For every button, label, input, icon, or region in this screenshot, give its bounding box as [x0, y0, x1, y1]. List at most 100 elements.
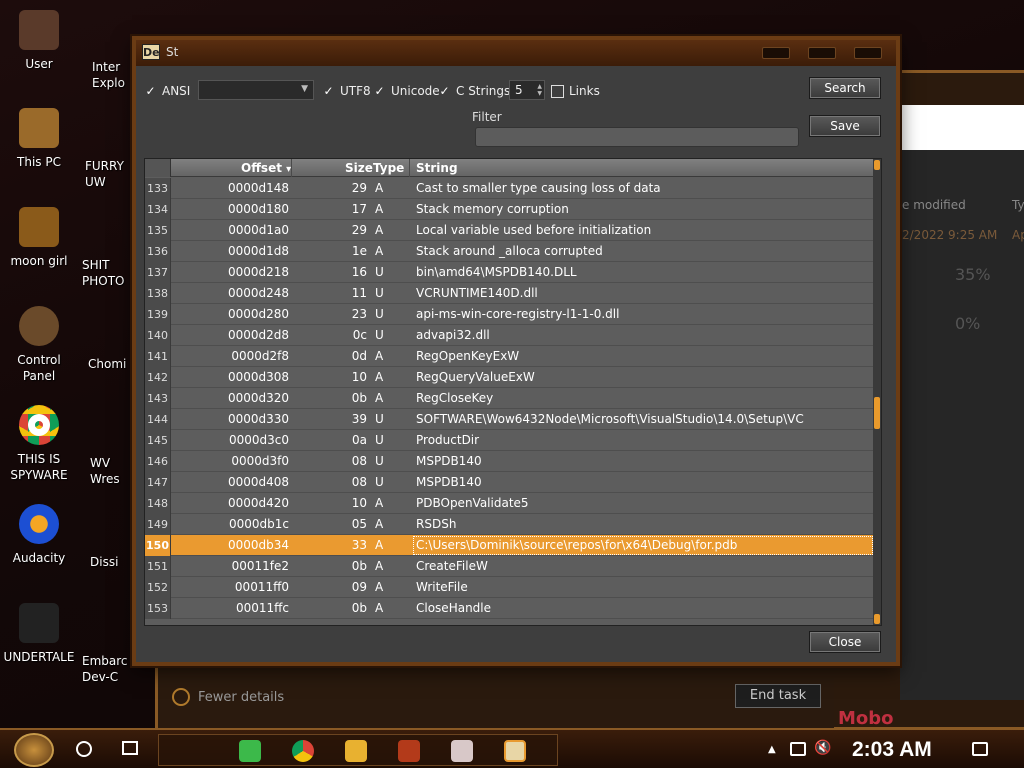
store-icon[interactable]: [398, 740, 420, 762]
table-row[interactable]: 143 0000d320 0b A RegCloseKey: [145, 388, 875, 409]
desktop-icon-audacity[interactable]: Audacity: [0, 504, 78, 566]
notes-app-icon[interactable]: [239, 740, 261, 762]
table-body: 133 0000d148 29 A Cast to smaller type causi…: [145, 178, 875, 625]
unicode-checkbox[interactable]: ✓ Unicode: [373, 84, 439, 98]
table-row[interactable]: 145 0000d3c0 0a U ProductDir: [145, 430, 875, 451]
end-task-button[interactable]: End task: [735, 684, 821, 708]
row-number: 145: [145, 430, 171, 451]
scrollbar-thumb[interactable]: [874, 397, 880, 429]
ty-column-header[interactable]: Ty: [1012, 198, 1024, 212]
chrome-taskbar-icon[interactable]: [292, 740, 314, 762]
notification-icon[interactable]: [972, 742, 988, 756]
column-header-type[interactable]: Type: [373, 161, 404, 175]
links-checkbox[interactable]: Links: [551, 84, 600, 98]
column-header-size[interactable]: Size: [345, 161, 373, 175]
desktop-icon-shit-photo[interactable]: SHIT PHOTO: [82, 257, 124, 289]
desktop-icon-undertale[interactable]: UNDERTALE: [0, 603, 78, 665]
maximize-button[interactable]: [808, 47, 836, 59]
desktop-icon-dissi[interactable]: Dissi: [90, 554, 118, 570]
scroll-up-arrow-icon[interactable]: [874, 160, 880, 170]
desktop-icon-this-pc[interactable]: This PC: [0, 108, 78, 170]
offset-cell: 0000db1c: [228, 517, 289, 531]
offset-header-label: Offset: [241, 161, 282, 175]
fewer-details-link[interactable]: Fewer details: [172, 688, 284, 706]
volume-muted-icon[interactable]: 🔇: [814, 740, 831, 756]
ansi-checkbox[interactable]: ✓ ANSI: [144, 84, 190, 98]
detect-it-easy-icon[interactable]: [504, 740, 526, 762]
search-button[interactable]: Search: [809, 77, 881, 99]
checkmark-icon: ✓: [439, 83, 450, 98]
row-number: 149: [145, 514, 171, 535]
encoding-dropdown[interactable]: ▼: [198, 80, 314, 100]
row-number: 148: [145, 493, 171, 514]
table-row[interactable]: 149 0000db1c 05 A RSDSh: [145, 514, 875, 535]
column-header-offset[interactable]: Offset ▾: [241, 161, 291, 175]
close-window-button[interactable]: [854, 47, 882, 59]
table-row[interactable]: 148 0000d420 10 A PDBOpenValidate5: [145, 493, 875, 514]
desktop-icon-control-panel[interactable]: Control Panel: [0, 306, 78, 384]
cstrings-checkbox[interactable]: ✓ C Strings: [438, 84, 510, 98]
table-row[interactable]: 146 0000d3f0 08 U MSPDB140: [145, 451, 875, 472]
utf8-checkbox[interactable]: ✓ UTF8: [322, 83, 371, 98]
table-row[interactable]: 137 0000d218 16 Ubin\amd64\MSPDB140.DLL: [145, 262, 875, 283]
vertical-scrollbar[interactable]: [873, 159, 881, 625]
table-row[interactable]: 144 0000d330 39 U SOFTWARE\Wow6432Node\Micro…: [145, 409, 875, 430]
minimize-button[interactable]: [762, 47, 790, 59]
task-view-icon[interactable]: [122, 741, 138, 755]
table-row[interactable]: 140 0000d2d8 0c Uadvapi32.dll: [145, 325, 875, 346]
table-row[interactable]: 141 0000d2f8 0d A RegOpenKeyExW: [145, 346, 875, 367]
close-button[interactable]: Close: [809, 631, 881, 653]
string-cell: CreateFileW: [416, 559, 488, 573]
min-length-spinner[interactable]: 5 ▲ ▼: [509, 80, 545, 100]
table-row[interactable]: 134 0000d180 17 A Stack memory corruption: [145, 199, 875, 220]
table-row[interactable]: 138 0000d248 11 U VCRUNTIME140D.dll: [145, 283, 875, 304]
table-row[interactable]: 142 0000d308 10 A RegQueryValueExW: [145, 367, 875, 388]
file-explorer-icon[interactable]: [345, 740, 367, 762]
desktop-icon-user[interactable]: User: [0, 10, 78, 72]
string-cell: C:\Users\Dominik\source\repos\for\x64\De…: [413, 536, 873, 555]
desktop-icon-internet-explorer[interactable]: Inter Explo: [92, 59, 125, 91]
desktop-icon-furry[interactable]: FURRY UW: [85, 158, 124, 190]
type-cell: A: [375, 496, 384, 510]
size-cell: 1e: [351, 244, 367, 258]
row-number: 146: [145, 451, 171, 472]
filter-input[interactable]: [475, 127, 799, 147]
desktop-icon-label: This PC: [17, 155, 61, 169]
table-row[interactable]: 136 0000d1d8 1e A Stack around _alloca corru…: [145, 241, 875, 262]
size-cell: 16: [351, 265, 367, 279]
desktop-icon-moon-girl[interactable]: moon girl: [0, 207, 78, 269]
network-icon[interactable]: [790, 742, 806, 756]
table-row[interactable]: 135 0000d1a0 29 A Local variable used before…: [145, 220, 875, 241]
table-row[interactable]: 139 0000d280 23 Uapi-ms-win-core-registry-l…: [145, 304, 875, 325]
table-row[interactable]: 133 0000d148 29 A Cast to smaller type causi…: [145, 178, 875, 199]
type-cell: A: [375, 538, 384, 552]
table-row[interactable]: 147 0000d408 08 U MSPDB140: [145, 472, 875, 493]
table-row[interactable]: 153 00011ffc 0b A CloseHandle: [145, 598, 875, 619]
utf8-label: UTF8: [340, 84, 371, 98]
checkmark-icon: ✓: [323, 83, 334, 98]
table-row[interactable]: 151 00011fe2 0b A CreateFileW: [145, 556, 875, 577]
modified-column-header[interactable]: e modified: [902, 198, 966, 212]
save-button[interactable]: Save: [809, 115, 881, 137]
desktop-icon-chrome[interactable]: THIS IS SPYWARE: [0, 405, 78, 483]
desktop-icon-embarcadero[interactable]: Embarc Dev-C: [82, 653, 128, 685]
offset-cell: 0000d1a0: [228, 223, 289, 237]
search-circle-icon[interactable]: [76, 741, 92, 757]
tray-chevron-icon[interactable]: ▲: [768, 744, 776, 755]
row-number: 139: [145, 304, 171, 325]
spin-down-icon[interactable]: ▼: [537, 91, 542, 97]
row-number: 135: [145, 220, 171, 241]
clock-time[interactable]: 2:03 AM: [852, 738, 932, 762]
desktop-icon-chomi[interactable]: Chomi: [88, 356, 126, 372]
scroll-down-arrow-icon[interactable]: [874, 614, 880, 624]
dialog-titlebar[interactable]: De St: [136, 40, 896, 66]
row-number: 142: [145, 367, 171, 388]
desktop-icon-wv[interactable]: WV Wres: [90, 455, 120, 487]
column-header-string[interactable]: String: [416, 161, 458, 175]
table-row[interactable]: 150 0000db34 33 A C:\Users\Dominik\source\re…: [145, 535, 875, 556]
size-cell: 10: [351, 370, 367, 384]
start-button[interactable]: [14, 733, 54, 767]
string-cell: WriteFile: [416, 580, 468, 594]
photo-app-icon[interactable]: [451, 740, 473, 762]
table-row[interactable]: 152 00011ff0 09 A WriteFile: [145, 577, 875, 598]
